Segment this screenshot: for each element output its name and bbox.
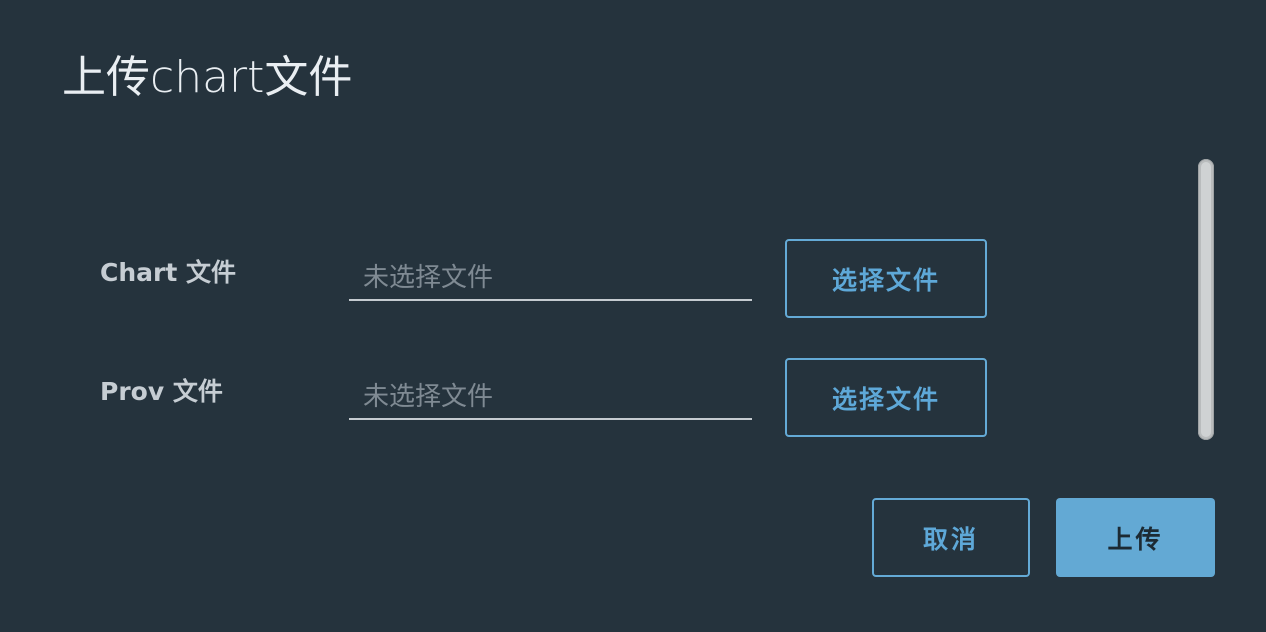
cancel-button[interactable]: 取消 [872,498,1030,577]
prov-file-row: Prov 文件 选择文件 [0,358,1190,438]
upload-chart-dialog: 上传chart文件 Chart 文件 选择文件 Prov 文件 选择文件 取消 … [0,0,1266,632]
chart-file-label: Chart 文件 [100,258,236,287]
upload-button[interactable]: 上传 [1056,498,1215,577]
chart-file-input[interactable] [349,251,752,301]
dialog-title: 上传chart文件 [62,52,353,103]
scrollbar-thumb[interactable] [1201,162,1211,437]
form-scroll-area: Chart 文件 选择文件 Prov 文件 选择文件 [0,160,1218,440]
prov-file-input[interactable] [349,370,752,420]
prov-file-label: Prov 文件 [100,377,223,406]
prov-choose-file-button[interactable]: 选择文件 [785,358,987,437]
chart-choose-file-button[interactable]: 选择文件 [785,239,987,318]
chart-file-row: Chart 文件 选择文件 [0,239,1190,319]
vertical-scrollbar[interactable] [1198,159,1214,440]
